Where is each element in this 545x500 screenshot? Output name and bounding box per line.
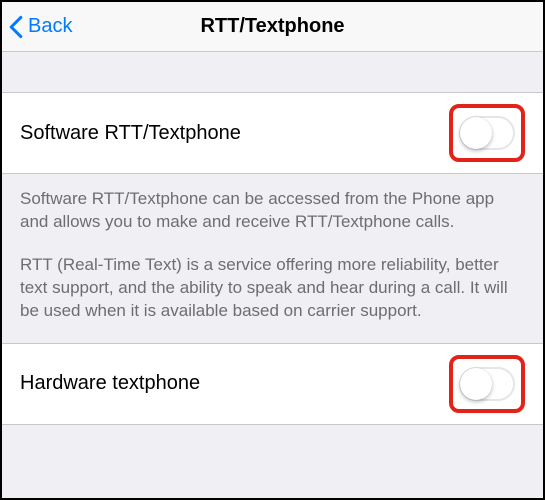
page-title: RTT/Textphone bbox=[2, 15, 543, 38]
back-label: Back bbox=[28, 15, 72, 38]
software-rtt-toggle[interactable] bbox=[459, 116, 515, 150]
hardware-textphone-label: Hardware textphone bbox=[20, 372, 200, 395]
description-p1: Software RTT/Textphone can be accessed f… bbox=[20, 188, 525, 234]
toggle-knob bbox=[460, 368, 492, 400]
hardware-textphone-toggle[interactable] bbox=[459, 367, 515, 401]
back-button[interactable]: Back bbox=[2, 15, 72, 39]
navbar: Back RTT/Textphone bbox=[2, 2, 543, 52]
highlight-box bbox=[449, 355, 525, 413]
hardware-textphone-row: Hardware textphone bbox=[2, 343, 543, 425]
software-rtt-label: Software RTT/Textphone bbox=[20, 122, 241, 145]
software-rtt-row: Software RTT/Textphone bbox=[2, 92, 543, 174]
highlight-box bbox=[449, 104, 525, 162]
description-text: Software RTT/Textphone can be accessed f… bbox=[2, 174, 543, 343]
chevron-left-icon bbox=[8, 15, 24, 39]
section-spacer bbox=[2, 52, 543, 92]
toggle-knob bbox=[460, 117, 492, 149]
description-p2: RTT (Real-Time Text) is a service offeri… bbox=[20, 254, 525, 323]
